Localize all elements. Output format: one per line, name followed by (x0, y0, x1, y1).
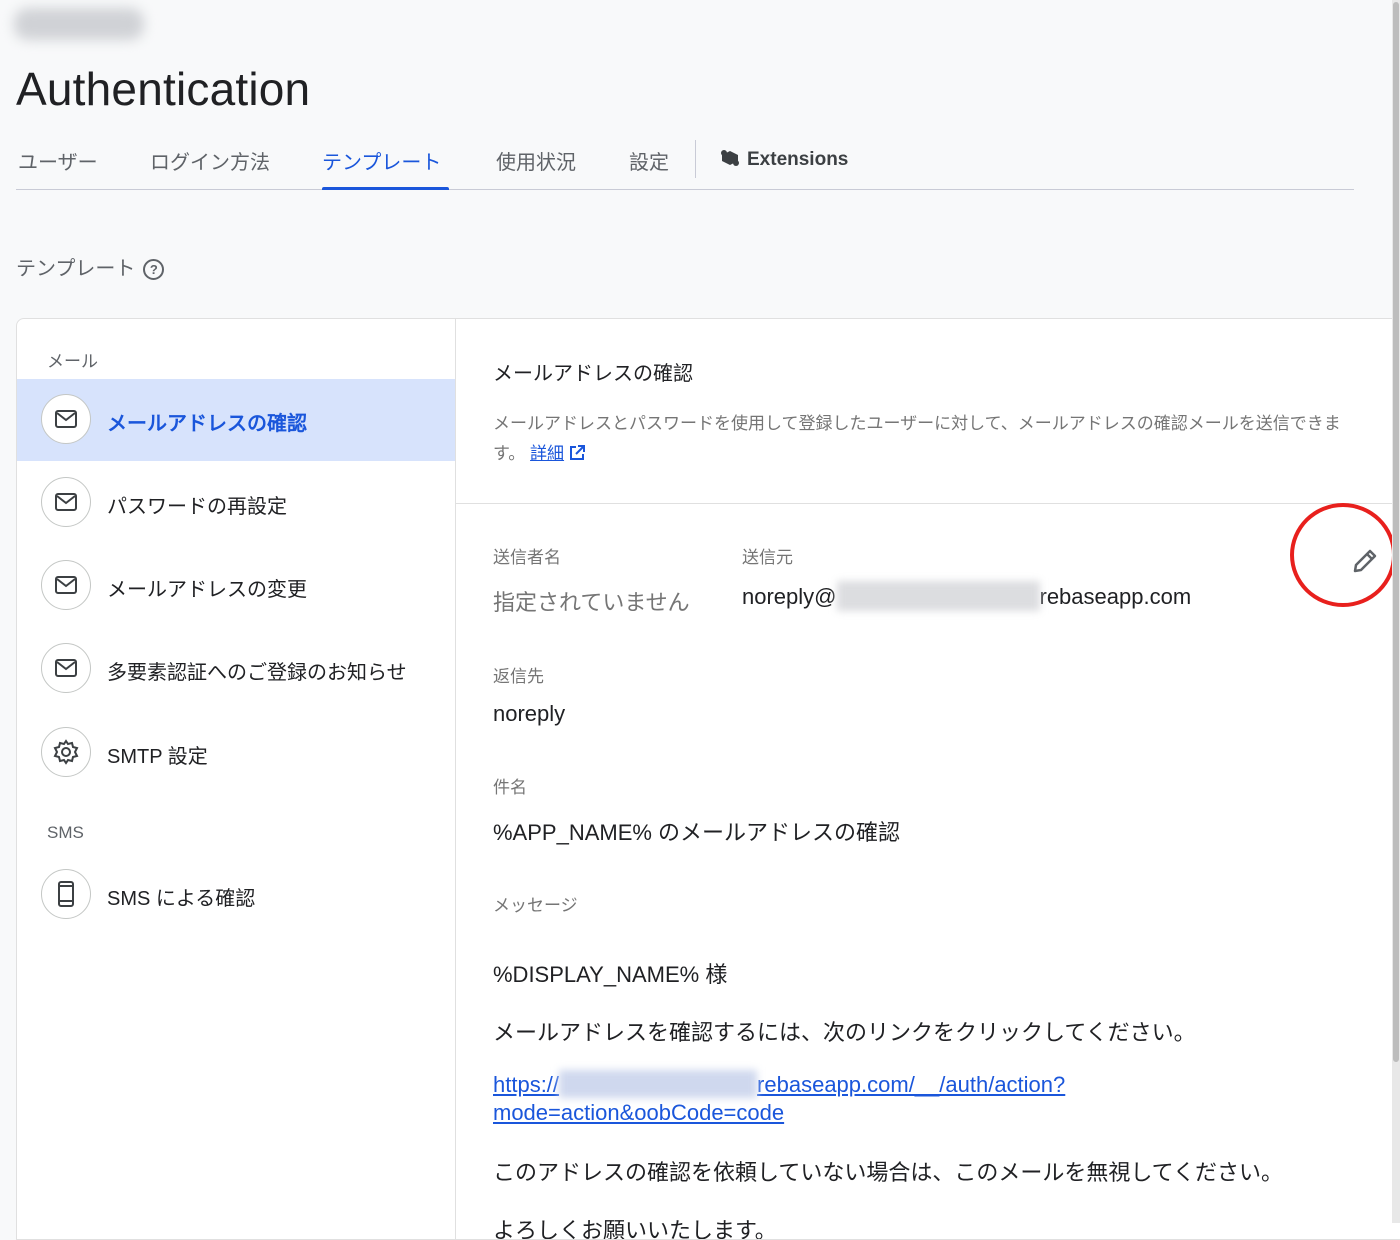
section-divider (456, 503, 1400, 504)
template-item-label: メールアドレスの変更 (107, 579, 307, 601)
link-prefix: https:// (493, 1072, 560, 1097)
page-scrollbar[interactable] (1392, 0, 1400, 1223)
template-item-label: SMTP 設定 (107, 746, 208, 768)
verification-link[interactable]: https:// rebaseapp.com/__/auth/action? mo… (493, 1070, 1066, 1127)
section-title: テンプレート? (16, 252, 165, 281)
template-item-label: 多要素認証へのご登録のお知らせ (107, 662, 407, 684)
mail-icon (41, 477, 91, 527)
from-suffix: rebaseapp.com (1039, 584, 1192, 609)
message-greeting: %DISPLAY_NAME% 様 (493, 962, 728, 987)
template-item-email-verification[interactable]: メールアドレスの確認 (17, 379, 455, 461)
template-item-label: メールアドレスの確認 (107, 413, 307, 435)
details-link-text: 詳細 (530, 444, 565, 463)
link-line-2: mode=action&oobCode=code (493, 1100, 785, 1125)
scrollbar-thumb[interactable] (1393, 2, 1399, 1062)
template-item-smtp-settings[interactable]: SMTP 設定 (17, 712, 455, 794)
tab-bar: ユーザー ログイン方法 テンプレート 使用状況 設定 Extensions (16, 136, 1354, 190)
reply-to-label: 返信先 (493, 667, 544, 686)
tab-extensions[interactable]: Extensions (719, 148, 848, 171)
extensions-icon (721, 150, 739, 166)
edit-template-button[interactable] (1345, 541, 1385, 581)
from-value: noreply@ rebaseapp.com (742, 581, 1192, 611)
link-domain-redacted (559, 1070, 758, 1098)
tab-templates[interactable]: テンプレート (322, 146, 441, 175)
reply-to-value: noreply (493, 701, 566, 726)
help-icon[interactable]: ? (143, 259, 165, 280)
template-title: メールアドレスの確認 (493, 363, 693, 385)
templates-card: メール メールアドレスの確認 パスワードの再設定 メールアドレスの変更 多要素認… (16, 318, 1400, 1240)
template-item-sms-verification[interactable]: SMS による確認 (17, 854, 455, 936)
tab-usage[interactable]: 使用状況 (496, 146, 576, 175)
section-title-text: テンプレート (16, 258, 136, 280)
template-item-password-reset[interactable]: パスワードの再設定 (17, 462, 455, 544)
subject-value: %APP_NAME% のメールアドレスの確認 (493, 820, 901, 845)
template-item-email-change[interactable]: メールアドレスの変更 (17, 545, 455, 627)
from-prefix: noreply@ (742, 584, 837, 609)
tab-extensions-label: Extensions (747, 149, 849, 170)
template-description: メールアドレスとパスワードを使用して登録したユーザーに対して、メールアドレスの確… (493, 409, 1373, 469)
tab-separator (695, 140, 696, 178)
sender-name-value: 指定されていません (493, 590, 690, 615)
external-link-icon[interactable] (568, 444, 586, 462)
group-label-email: メール (47, 352, 98, 371)
link-suffix: rebaseapp.com/__/auth/action? (757, 1072, 1066, 1097)
subject-label: 件名 (493, 778, 527, 797)
template-item-label: SMS による確認 (107, 888, 256, 910)
mail-icon (41, 560, 91, 610)
message-line-1: メールアドレスを確認するには、次のリンクをクリックしてください。 (493, 1020, 1196, 1045)
from-label: 送信元 (742, 548, 793, 567)
mail-icon (41, 643, 91, 693)
tab-users[interactable]: ユーザー (18, 146, 98, 175)
message-line-3: よろしくお願いいたします。 (493, 1218, 777, 1240)
mail-icon (41, 394, 91, 444)
template-description-text: メールアドレスとパスワードを使用して登録したユーザーに対して、メールアドレスの確… (493, 414, 1341, 463)
sender-name-label: 送信者名 (493, 548, 561, 567)
message-line-2: このアドレスの確認を依頼していない場合は、このメールを無視してください。 (493, 1160, 1284, 1185)
active-tab-indicator (322, 187, 449, 190)
project-name-blurred (14, 8, 144, 40)
template-list: メール メールアドレスの確認 パスワードの再設定 メールアドレスの変更 多要素認… (17, 319, 456, 1239)
tab-settings[interactable]: 設定 (629, 146, 669, 175)
tab-sign-in-method[interactable]: ログイン方法 (150, 146, 270, 175)
details-link[interactable]: 詳細 (530, 444, 564, 463)
group-label-sms: SMS (47, 823, 84, 842)
from-domain-redacted (836, 581, 1040, 611)
message-label: メッセージ (493, 896, 578, 915)
gear-icon (41, 727, 91, 777)
page-title: Authentication (16, 63, 311, 115)
template-item-label: パスワードの再設定 (107, 496, 287, 518)
phone-icon (41, 869, 91, 919)
template-item-mfa-enrollment[interactable]: 多要素認証へのご登録のお知らせ (17, 628, 455, 710)
pencil-icon (1353, 549, 1377, 573)
template-detail: メールアドレスの確認 メールアドレスとパスワードを使用して登録したユーザーに対し… (456, 319, 1400, 1239)
